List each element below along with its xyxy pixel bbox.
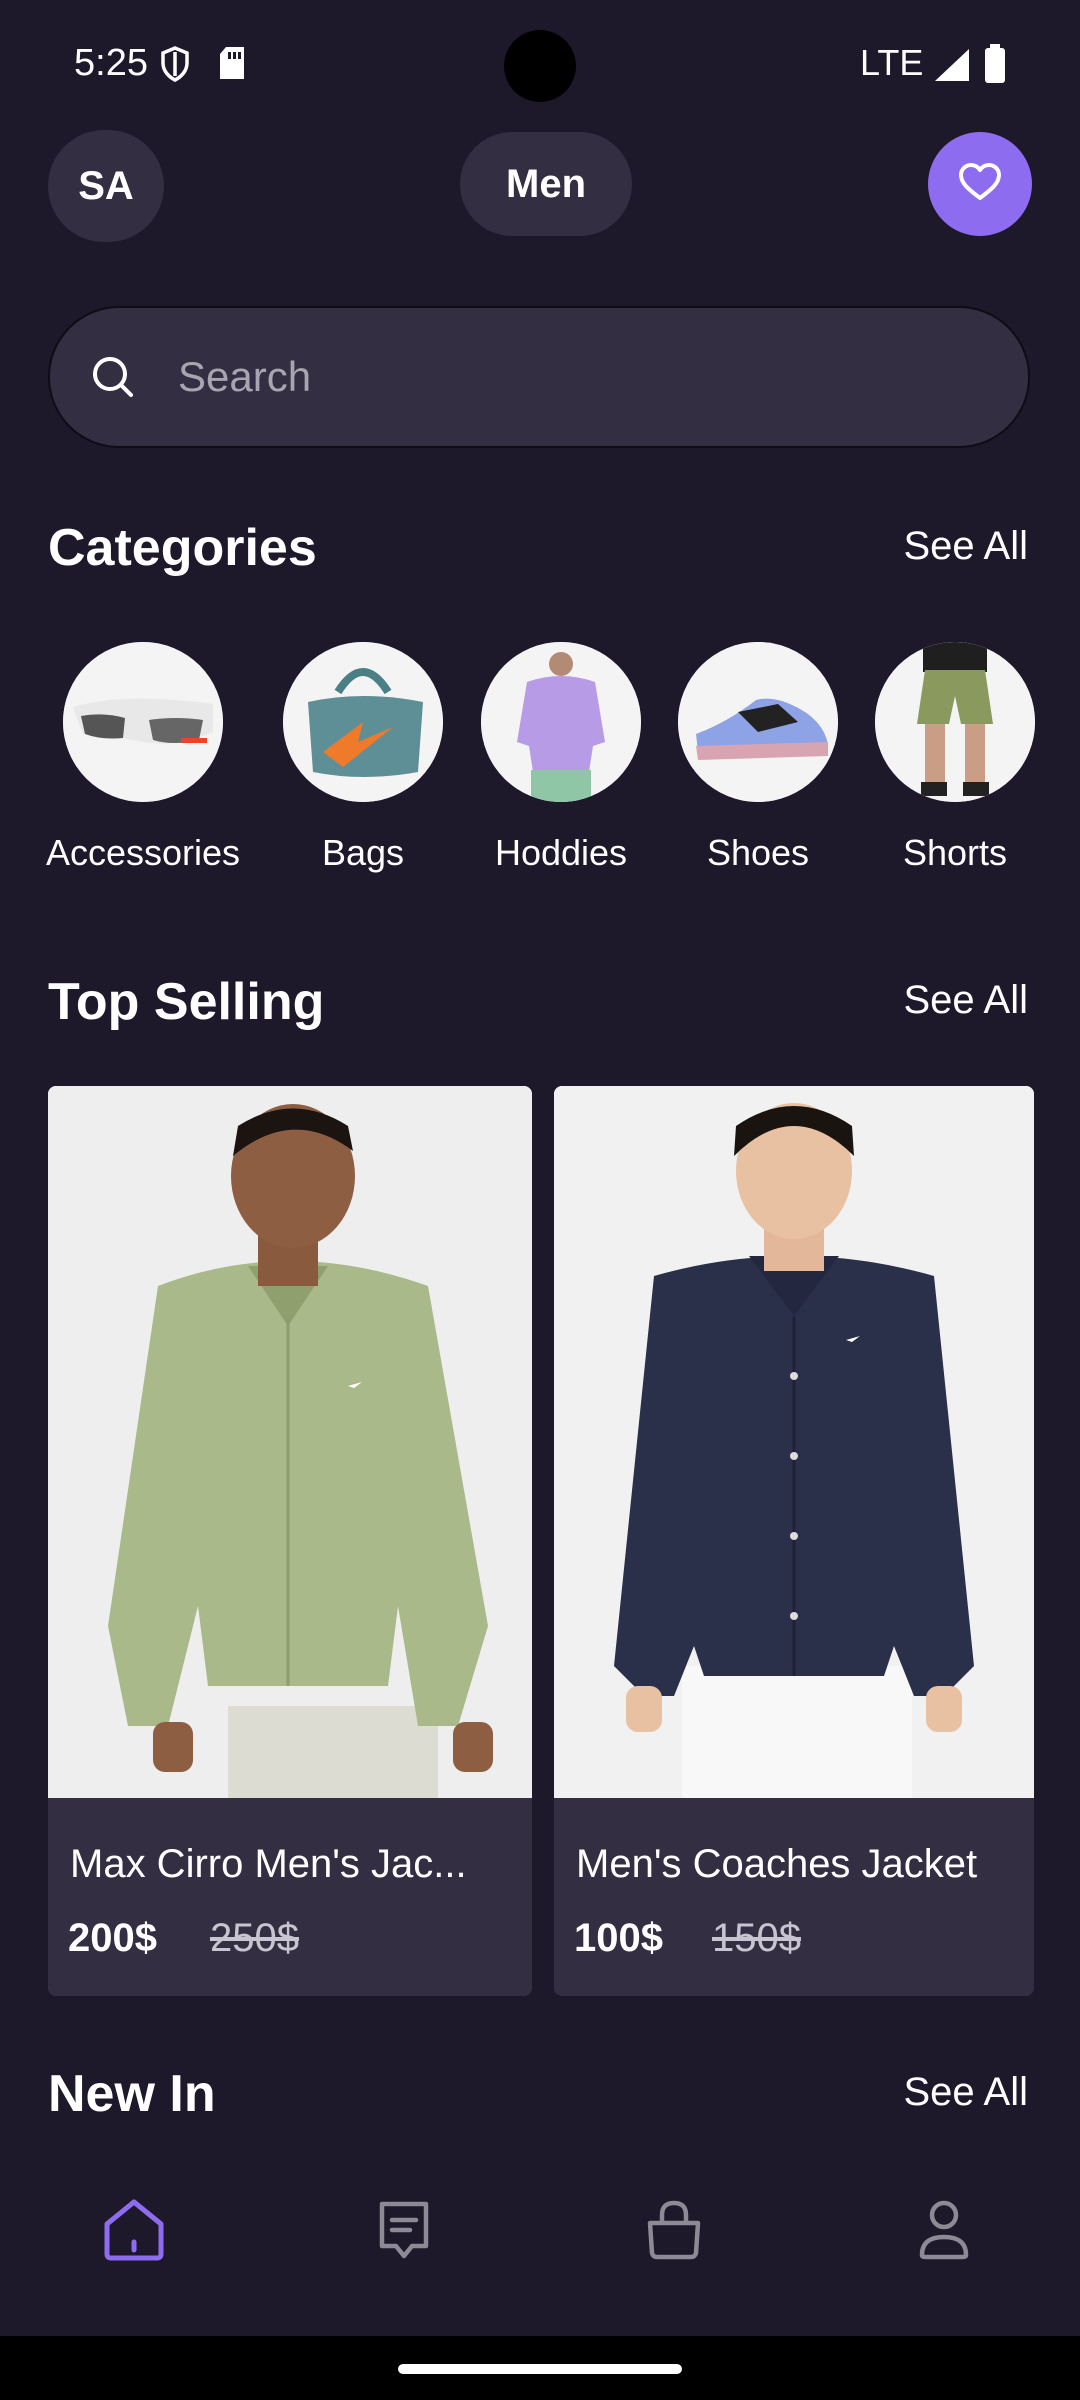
product-card[interactable]: Max Cirro Men's Jac... 200$ 250$ xyxy=(48,1086,532,1996)
category-label: Bags xyxy=(321,832,405,873)
category-accessories[interactable]: Accessories xyxy=(43,642,243,874)
category-label: Hoddies xyxy=(494,832,628,873)
signal-icon xyxy=(934,48,970,87)
heart-icon xyxy=(958,162,1002,207)
product-name: Men's Coaches Jacket xyxy=(576,1842,978,1886)
search-bar[interactable]: Search xyxy=(48,306,1030,448)
bottom-navigation xyxy=(0,2160,1080,2336)
product-image xyxy=(554,1086,1034,1798)
home-indicator[interactable] xyxy=(398,2364,682,2374)
product-name: Max Cirro Men's Jac... xyxy=(70,1842,467,1886)
bag-icon xyxy=(644,2199,704,2266)
status-bar: 5:25 LTE xyxy=(0,0,1080,130)
home-icon xyxy=(101,2198,167,2267)
shield-icon xyxy=(160,46,190,87)
search-placeholder: Search xyxy=(178,353,312,400)
new-in-title: New In xyxy=(48,2065,216,2123)
status-time: 5:25 xyxy=(74,42,148,84)
gender-selector[interactable]: Men xyxy=(460,132,632,236)
favorites-button[interactable] xyxy=(928,132,1032,236)
product-old-price: 250$ xyxy=(210,1916,299,1960)
search-icon xyxy=(90,354,136,400)
categories-see-all[interactable]: See All xyxy=(903,524,1028,569)
top-selling-see-all[interactable]: See All xyxy=(903,978,1028,1023)
category-image xyxy=(481,642,641,802)
system-navigation-bar xyxy=(0,2336,1080,2400)
top-selling-title: Top Selling xyxy=(48,973,325,1031)
sd-card-icon xyxy=(218,46,246,85)
category-bags[interactable]: Bags xyxy=(263,642,463,874)
profile-avatar[interactable]: SA xyxy=(48,130,164,242)
new-in-see-all[interactable]: See All xyxy=(903,2070,1028,2115)
nav-orders[interactable] xyxy=(364,2192,444,2272)
category-shoes[interactable]: Shoes xyxy=(658,642,858,874)
network-type: LTE xyxy=(860,42,924,83)
battery-icon xyxy=(984,44,1006,89)
category-label: Accessories xyxy=(45,832,241,873)
profile-icon xyxy=(918,2199,970,2266)
orders-icon xyxy=(376,2200,432,2265)
product-card[interactable]: Men's Coaches Jacket 100$ 150$ xyxy=(554,1086,1034,1996)
category-label: Shoes xyxy=(706,832,810,873)
nav-cart[interactable] xyxy=(634,2192,714,2272)
nav-profile[interactable] xyxy=(904,2192,984,2272)
category-image xyxy=(875,642,1035,802)
category-image xyxy=(283,642,443,802)
category-hoddies[interactable]: Hoddies xyxy=(461,642,661,874)
product-price: 100$ xyxy=(574,1916,663,1960)
category-shorts[interactable]: Shorts xyxy=(855,642,1055,874)
category-image xyxy=(678,642,838,802)
product-price: 200$ xyxy=(68,1916,157,1960)
nav-home[interactable] xyxy=(94,2192,174,2272)
product-old-price: 150$ xyxy=(712,1916,801,1960)
category-label: Shorts xyxy=(902,832,1008,873)
category-image xyxy=(63,642,223,802)
categories-title: Categories xyxy=(48,519,317,577)
front-camera xyxy=(504,30,576,102)
app-screen: 5:25 LTE SA Men Search Categories See Al… xyxy=(0,0,1080,2400)
product-image xyxy=(48,1086,532,1798)
